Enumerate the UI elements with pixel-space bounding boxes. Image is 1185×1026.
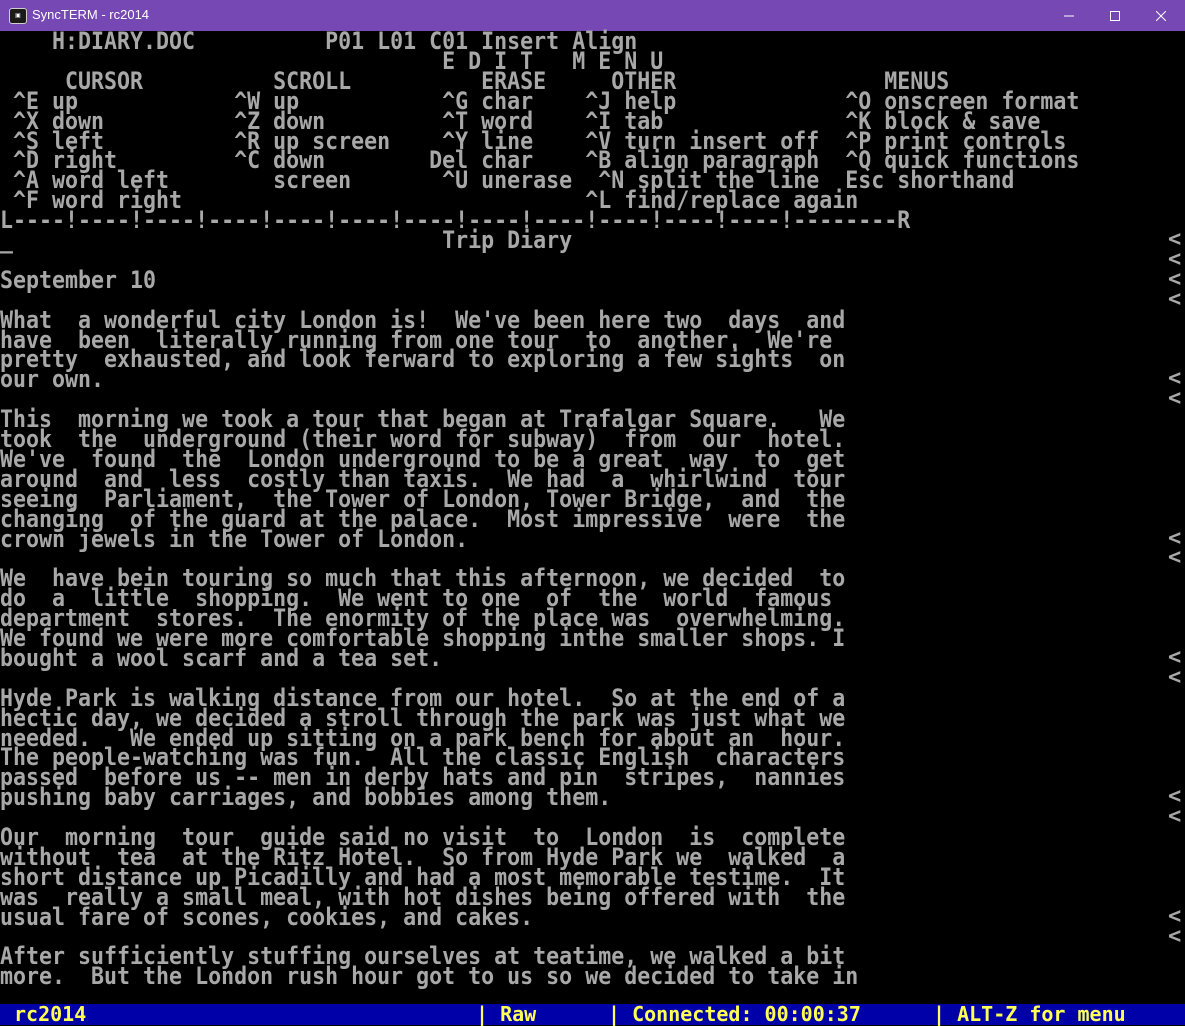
paragraph-marker: < <box>1168 804 1182 830</box>
document-line: more. But the London rush hour got to us… <box>0 962 859 991</box>
paragraph-marker: < <box>1168 545 1182 571</box>
document-line: pushing baby carriages, and bobbies amon… <box>0 783 612 812</box>
document-line: our own. <box>0 365 105 394</box>
maximize-button[interactable] <box>1092 0 1138 31</box>
window-title: SyncTERM - rc2014 <box>32 7 150 22</box>
paragraph-marker: < <box>1168 386 1182 412</box>
minimize-icon <box>1064 15 1074 16</box>
close-button[interactable] <box>1138 0 1184 31</box>
syncterm-app-icon: ▣ <box>9 8 27 24</box>
document-line: usual fare of scones, cookies, and cakes… <box>0 902 534 931</box>
paragraph-marker: < <box>1168 923 1182 949</box>
paragraph-marker: < <box>1168 286 1182 312</box>
document-line: bought a wool scarf and a tea set. <box>0 643 443 672</box>
status-host: rc2014 <box>14 1002 87 1026</box>
document-line: _ Trip Diary <box>0 226 573 254</box>
paragraph-marker: < <box>1168 664 1182 690</box>
maximize-icon <box>1110 10 1120 21</box>
document-line: September 10 <box>0 265 157 294</box>
document-line: crown jewels in the Tower of London. <box>0 524 469 553</box>
status-connection: | Connected: 00:00:37 <box>608 1002 861 1026</box>
close-icon <box>1156 10 1166 21</box>
terminal-screen[interactable]: H:DIARY.DOC P01 L01 C01 Insert Align E D… <box>0 29 1185 1004</box>
minimize-button[interactable] <box>1046 0 1092 31</box>
document-line: pretty exhausted, and look ferward to ex… <box>0 345 846 374</box>
status-menu-hint: | ALT-Z for menu <box>933 1002 1126 1026</box>
status-mode: | Raw <box>476 1002 537 1026</box>
status-bar: rc2014 | Raw | Connected: 00:00:37 | ALT… <box>0 1004 1185 1025</box>
